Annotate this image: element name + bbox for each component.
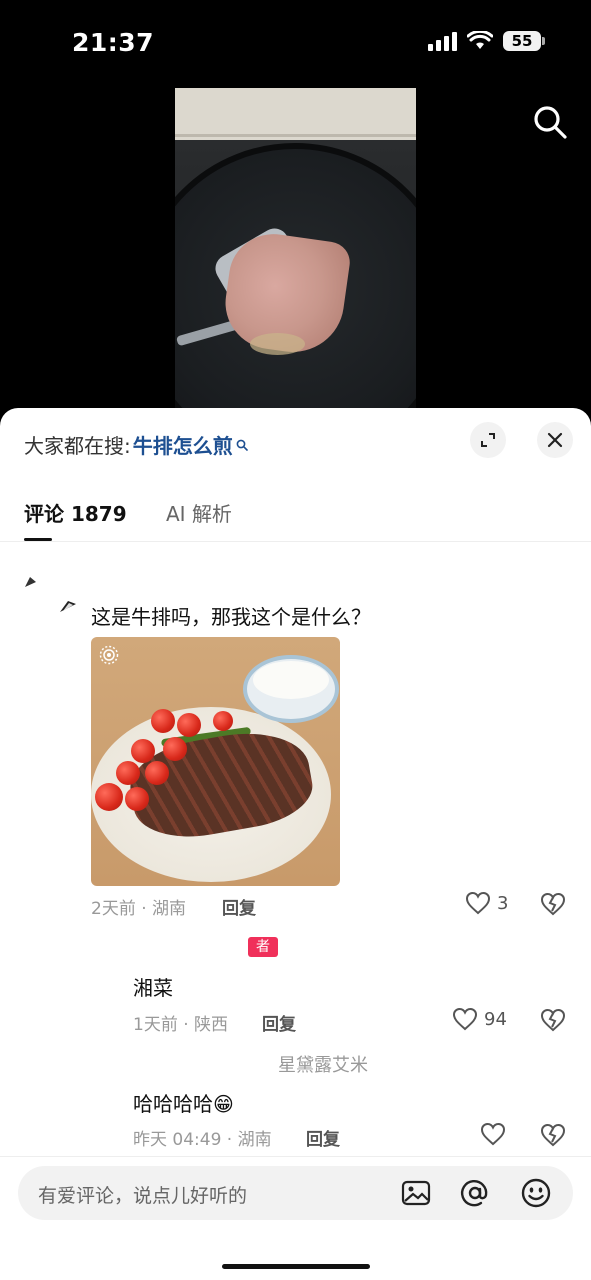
tomato [131, 739, 155, 763]
like-button[interactable] [480, 1122, 506, 1146]
video-backsplash [175, 88, 416, 140]
comment-input-placeholder: 有爱评论，说点儿好听的 [38, 1185, 248, 1207]
reply-button[interactable]: 回复 [306, 1125, 340, 1150]
input-divider [0, 1156, 591, 1157]
heart-icon [452, 1007, 478, 1031]
like-count: 3 [497, 892, 509, 914]
comment-meta: 1天前 · 陕西 [133, 1015, 229, 1035]
tomato [95, 783, 123, 811]
expand-icon [481, 433, 495, 447]
search-suggestion[interactable]: 大家都在搜: 牛排怎么煎 [24, 430, 248, 459]
close-icon [547, 432, 563, 448]
like-button[interactable]: 94 [452, 1007, 507, 1031]
emoji-icon[interactable] [520, 1177, 552, 1209]
comment-text: 这是牛排吗，那我这个是什么？ [91, 605, 371, 629]
comment-text: 哈哈哈哈😁 [133, 1092, 234, 1116]
tomato [145, 761, 169, 785]
tomato [213, 711, 233, 731]
rice [253, 661, 329, 699]
video-player[interactable] [175, 88, 416, 410]
heart-icon [465, 891, 491, 915]
broken-heart-icon[interactable] [540, 1007, 566, 1033]
battery-icon: 55 [503, 31, 545, 51]
search-icon[interactable] [532, 104, 568, 140]
search-suggestion-keyword[interactable]: 牛排怎么煎 [133, 430, 233, 459]
comment-tabs: 评论 1879 AI 解析 [0, 498, 591, 542]
heart-icon [480, 1122, 506, 1146]
status-time: 21:37 [72, 28, 155, 57]
comment-input[interactable]: 有爱评论，说点儿好听的 [18, 1166, 573, 1220]
wifi-icon [467, 31, 493, 49]
tomato [163, 737, 187, 761]
tomato [151, 709, 175, 733]
like-count: 94 [484, 1008, 507, 1030]
avatar[interactable] [58, 598, 78, 614]
status-icons: 55 [428, 31, 545, 51]
search-icon [236, 439, 248, 451]
comment-image[interactable] [91, 637, 340, 886]
tab-comments[interactable]: 评论 1879 [24, 498, 127, 527]
broken-heart-icon[interactable] [540, 891, 566, 917]
tomato [125, 787, 149, 811]
author-badge: 者 [248, 937, 278, 957]
video-butter [250, 333, 305, 355]
comment-meta: 昨天 04:49 · 湖南 [133, 1130, 272, 1150]
signal-icon [428, 31, 457, 51]
reply-button[interactable]: 回复 [262, 1010, 296, 1035]
at-icon[interactable] [459, 1177, 491, 1209]
reply-button[interactable]: 回复 [222, 894, 256, 919]
tab-active-indicator [24, 538, 52, 541]
status-bar: 21:37 55 [0, 0, 591, 88]
broken-heart-icon[interactable] [540, 1122, 566, 1148]
tab-ai-analysis[interactable]: AI 解析 [166, 498, 232, 527]
live-photo-icon [99, 645, 119, 665]
avatar[interactable] [24, 576, 38, 588]
comment-sheet: 大家都在搜: 牛排怎么煎 评论 1879 AI 解析 这是牛排吗，那我这个是什么… [0, 408, 591, 1280]
comment-text: 湘菜 [133, 976, 173, 1000]
search-suggestion-prefix: 大家都在搜: [24, 434, 131, 458]
close-button[interactable] [537, 422, 573, 458]
tomato [177, 713, 201, 737]
image-icon[interactable] [400, 1177, 432, 1209]
like-button[interactable]: 3 [465, 891, 508, 915]
expand-button[interactable] [470, 422, 506, 458]
comment-meta: 2天前 · 湖南 [91, 899, 187, 919]
home-indicator[interactable] [222, 1264, 370, 1269]
comment-username[interactable]: 星黛露艾米 [278, 1051, 368, 1077]
tomato [116, 761, 140, 785]
